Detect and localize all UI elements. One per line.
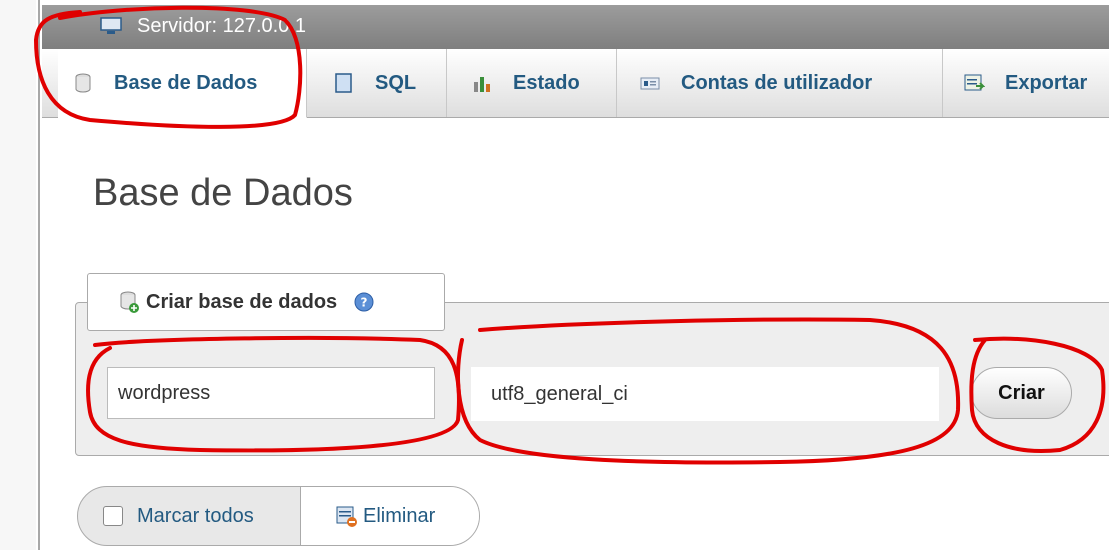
- delete-button[interactable]: Eliminar: [300, 487, 479, 545]
- tab-sql[interactable]: SQL: [307, 49, 447, 117]
- delete-label: Eliminar: [363, 504, 436, 527]
- legend-label: Criar base de dados: [146, 290, 338, 313]
- server-breadcrumb[interactable]: Servidor: 127.0.0.1: [42, 5, 1109, 49]
- status-icon: [474, 77, 490, 92]
- server-label[interactable]: Servidor: 127.0.0.1: [137, 15, 306, 38]
- server-icon: [100, 17, 122, 34]
- tab-label: Base de Dados: [114, 71, 258, 94]
- left-panel-strip: [0, 0, 36, 550]
- page-title: Base de Dados: [93, 172, 353, 214]
- check-all-checkbox[interactable]: [103, 506, 123, 526]
- user-accounts-icon: [640, 77, 660, 90]
- database-name-input[interactable]: wordpress: [107, 367, 435, 419]
- help-icon[interactable]: ?: [353, 291, 375, 313]
- tab-label: SQL: [375, 71, 417, 94]
- tab-databases[interactable]: Base de Dados: [58, 49, 307, 118]
- svg-text:?: ?: [361, 296, 368, 310]
- collation-select[interactable]: utf8_general_ci: [470, 366, 940, 422]
- create-database-legend: Criar base de dados ?: [87, 273, 445, 331]
- delete-db-icon: [336, 506, 357, 527]
- database-name-value: wordpress: [118, 381, 211, 404]
- tab-label: Exportar: [1005, 71, 1088, 94]
- sql-icon: [335, 73, 352, 93]
- tab-label: Estado: [513, 71, 580, 94]
- database-add-icon: [120, 291, 139, 313]
- export-icon: [964, 74, 985, 91]
- tab-user-accounts[interactable]: Contas de utilizador: [617, 49, 943, 117]
- bulk-actions: Marcar todos Eliminar: [77, 486, 480, 546]
- create-button[interactable]: Criar: [971, 367, 1072, 419]
- check-all-control[interactable]: Marcar todos: [78, 487, 300, 545]
- tab-label: Contas de utilizador: [681, 71, 873, 94]
- top-tabs: Base de Dados SQL Estado Contas de utili…: [42, 49, 1109, 118]
- tab-export[interactable]: Exportar: [943, 49, 1109, 117]
- database-icon: [75, 73, 91, 93]
- tab-status[interactable]: Estado: [447, 49, 617, 117]
- collation-value: utf8_general_ci: [491, 382, 628, 405]
- check-all-label[interactable]: Marcar todos: [137, 505, 254, 528]
- panel-divider[interactable]: [38, 0, 40, 550]
